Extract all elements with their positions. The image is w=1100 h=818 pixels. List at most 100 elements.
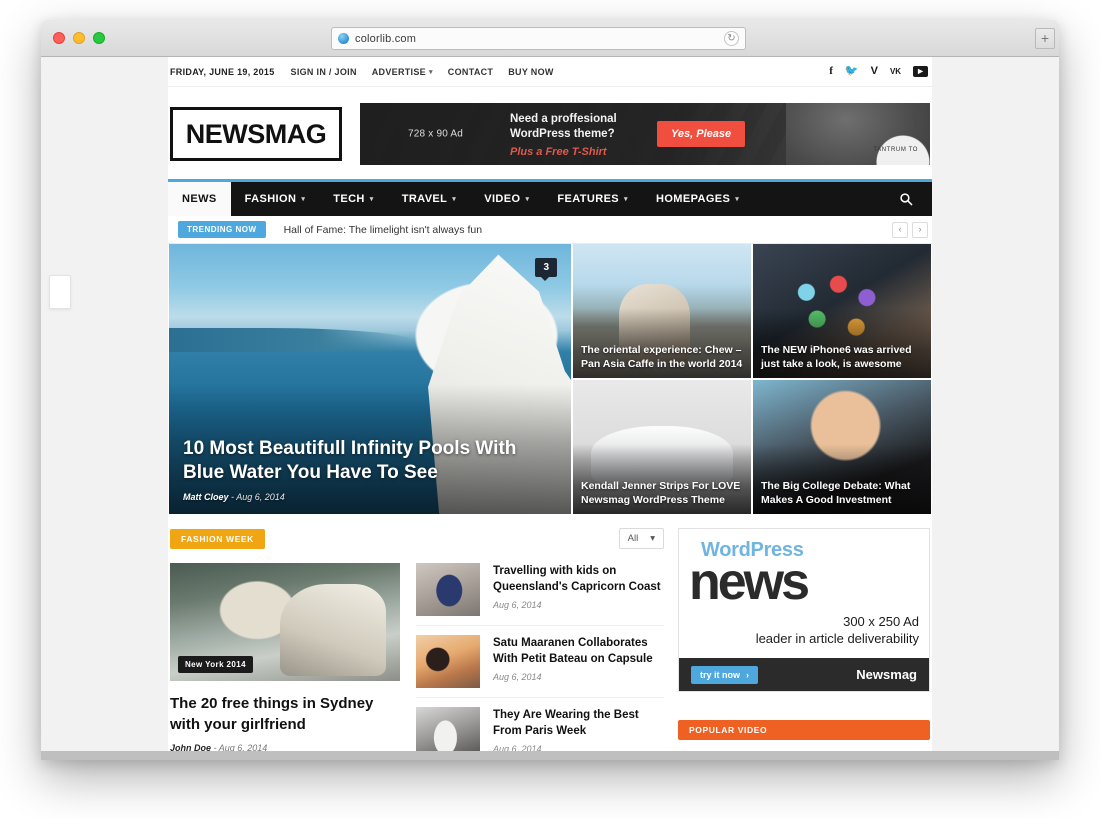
- list-item-body: Travelling with kids on Queensland's Cap…: [493, 563, 664, 616]
- nav-item-label: TECH: [333, 193, 365, 205]
- nav-item-homepages[interactable]: HOMEPAGES ▾: [642, 182, 753, 216]
- hero-meta-separator: -: [231, 492, 235, 502]
- vimeo-icon[interactable]: V: [871, 66, 878, 77]
- youtube-icon[interactable]: ►: [913, 66, 928, 77]
- address-bar[interactable]: colorlib.com ↻: [331, 27, 746, 50]
- nav-item-tech[interactable]: TECH ▾: [319, 182, 387, 216]
- sidebar-ad-cta-label: try it now: [700, 669, 740, 680]
- nav-item-label: NEWS: [182, 193, 217, 205]
- hero-tile-kendall[interactable]: Kendall Jenner Strips For LOVE Newsmag W…: [573, 380, 751, 514]
- utility-link-label: BUY NOW: [508, 66, 554, 77]
- list-item-date: Aug 6, 2014: [493, 600, 542, 610]
- twitter-icon[interactable]: 🐦: [845, 66, 859, 77]
- browser-window: colorlib.com ↻ + FRIDAY, JUNE 19, 2015 S…: [41, 20, 1059, 760]
- trending-next-button[interactable]: ›: [912, 221, 928, 238]
- utility-bar: FRIDAY, JUNE 19, 2015 SIGN IN / JOIN ADV…: [168, 57, 932, 87]
- site-header: NEWSMAG 728 x 90 Ad Need a proffesional …: [168, 87, 932, 179]
- hero-tile-oriental[interactable]: The oriental experience: Chew – Pan Asia…: [573, 244, 751, 378]
- nav-item-video[interactable]: VIDEO ▾: [470, 182, 543, 216]
- ad-size-label: 728 x 90 Ad: [408, 128, 464, 140]
- sidebar-ad-brand-big: news: [689, 553, 810, 611]
- floating-share-widget[interactable]: [49, 275, 71, 309]
- popular-video-section: POPULAR VIDEO: [678, 720, 930, 740]
- nav-item-label: TRAVEL: [401, 193, 448, 205]
- category-badge-fashion-week[interactable]: FASHION WEEK: [170, 528, 265, 549]
- site-container: FRIDAY, JUNE 19, 2015 SIGN IN / JOIN ADV…: [168, 57, 932, 760]
- social-links: f 🐦 V VK ►: [829, 66, 930, 77]
- filter-value: All: [627, 533, 639, 544]
- nav-item-fashion[interactable]: FASHION ▾: [231, 182, 320, 216]
- feature-title: The 20 free things in Sydney with your g…: [170, 695, 374, 733]
- nav-item-features[interactable]: FEATURES ▾: [543, 182, 642, 216]
- utility-link-label: CONTACT: [447, 66, 494, 77]
- search-icon[interactable]: [888, 182, 924, 216]
- hero-tile-iphone[interactable]: The NEW iPhone6 was arrived just take a …: [753, 244, 931, 378]
- url-text: colorlib.com: [355, 32, 417, 45]
- nav-item-travel[interactable]: TRAVEL ▾: [388, 182, 471, 216]
- logo-text: NEWSMAG: [185, 118, 327, 149]
- hero-tile-row-top: The oriental experience: Chew – Pan Asia…: [573, 244, 931, 378]
- ad-cta-button[interactable]: Yes, Please: [657, 121, 746, 147]
- chevron-down-icon: ▾: [525, 196, 530, 203]
- list-item-title: Satu Maaranen Collaborates With Petit Ba…: [493, 637, 653, 665]
- new-tab-button[interactable]: +: [1035, 28, 1055, 49]
- fashion-week-body: New York 2014 The 20 free things in Sydn…: [170, 563, 664, 760]
- list-item-title: Travelling with kids on Queensland's Cap…: [493, 565, 661, 593]
- utility-link-label: SIGN IN / JOIN: [290, 66, 357, 77]
- chevron-down-icon: ▾: [301, 196, 306, 203]
- utility-link-advertise[interactable]: ADVERTISE ▾: [372, 67, 433, 77]
- feature-image: New York 2014: [170, 563, 400, 681]
- list-item[interactable]: Travelling with kids on Queensland's Cap…: [416, 563, 664, 626]
- list-item[interactable]: Satu Maaranen Collaborates With Petit Ba…: [416, 626, 664, 698]
- sidebar-column: WordPress news 300 x 250 Ad leader in ar…: [678, 528, 930, 760]
- fashion-week-list: Travelling with kids on Queensland's Cap…: [416, 563, 664, 760]
- sidebar-ad-brand-right: Newsmag: [856, 667, 917, 682]
- vk-icon[interactable]: VK: [890, 67, 901, 76]
- content-row: FASHION WEEK All ▾ New York 2014 The 20 …: [168, 514, 932, 760]
- utility-link-buynow[interactable]: BUY NOW: [508, 67, 553, 77]
- utility-link-contact[interactable]: CONTACT: [448, 67, 493, 77]
- page-gutter-left: [41, 57, 169, 760]
- utility-link-label: ADVERTISE: [371, 66, 426, 77]
- nav-item-news[interactable]: NEWS: [168, 182, 231, 216]
- feature-article-card[interactable]: New York 2014 The 20 free things in Sydn…: [170, 563, 400, 760]
- globe-icon: [338, 33, 349, 44]
- category-badge-popular-video[interactable]: POPULAR VIDEO: [678, 720, 930, 740]
- sidebar-ad-size-label: 300 x 250 Ad: [843, 614, 919, 629]
- sidebar-ad-footer: try it now › Newsmag: [679, 658, 929, 691]
- trending-arrows: ‹ ›: [892, 221, 928, 238]
- site-logo[interactable]: NEWSMAG: [170, 107, 342, 161]
- maximize-window-button[interactable]: [93, 32, 105, 44]
- hero-tile-college[interactable]: The Big College Debate: What Makes A Goo…: [753, 380, 931, 514]
- utility-link-signin[interactable]: SIGN IN / JOIN: [291, 67, 357, 77]
- fashion-week-header: FASHION WEEK All ▾: [170, 528, 664, 549]
- hero-date: Aug 6, 2014: [236, 492, 285, 502]
- trending-headline[interactable]: Hall of Fame: The limelight isn't always…: [284, 224, 892, 236]
- page-gutter-right: [931, 57, 1059, 760]
- sidebar-ad[interactable]: WordPress news 300 x 250 Ad leader in ar…: [678, 528, 930, 692]
- list-item-body: Satu Maaranen Collaborates With Petit Ba…: [493, 635, 664, 688]
- sidebar-ad-cta-button[interactable]: try it now ›: [691, 665, 758, 684]
- close-window-button[interactable]: [53, 32, 65, 44]
- chevron-down-icon: ▾: [624, 196, 628, 203]
- tshirt-image: [786, 103, 930, 165]
- category-filter-select[interactable]: All ▾: [618, 528, 664, 549]
- hero-side-tiles: The oriental experience: Chew – Pan Asia…: [573, 244, 931, 514]
- main-column: FASHION WEEK All ▾ New York 2014 The 20 …: [170, 528, 664, 760]
- tile-title: The Big College Debate: What Makes A Goo…: [761, 480, 911, 506]
- hero-featured-article[interactable]: 3 10 Most Beautifull Infinity Pools With…: [169, 244, 571, 514]
- reload-icon[interactable]: ↻: [724, 31, 739, 46]
- facebook-icon[interactable]: f: [829, 66, 833, 77]
- list-item-thumbnail: [416, 563, 480, 616]
- chevron-down-icon: ▾: [428, 68, 433, 76]
- browser-titlebar: colorlib.com ↻ +: [41, 20, 1059, 57]
- main-nav: NEWS FASHION ▾ TECH ▾ TRAVEL ▾ VIDEO ▾ FEATU…: [168, 179, 932, 216]
- list-item-title: They Are Wearing the Best From Paris Wee…: [493, 709, 639, 737]
- hero-author: Matt Cloey: [183, 492, 229, 502]
- leaderboard-ad[interactable]: 728 x 90 Ad Need a proffesional WordPres…: [360, 103, 930, 165]
- trending-prev-button[interactable]: ‹: [892, 221, 908, 238]
- chevron-right-icon: ›: [746, 669, 749, 680]
- utility-nav: SIGN IN / JOIN ADVERTISE ▾ CONTACT BUY NO…: [291, 67, 830, 77]
- minimize-window-button[interactable]: [73, 32, 85, 44]
- tile-title: The oriental experience: Chew – Pan Asia…: [581, 344, 743, 370]
